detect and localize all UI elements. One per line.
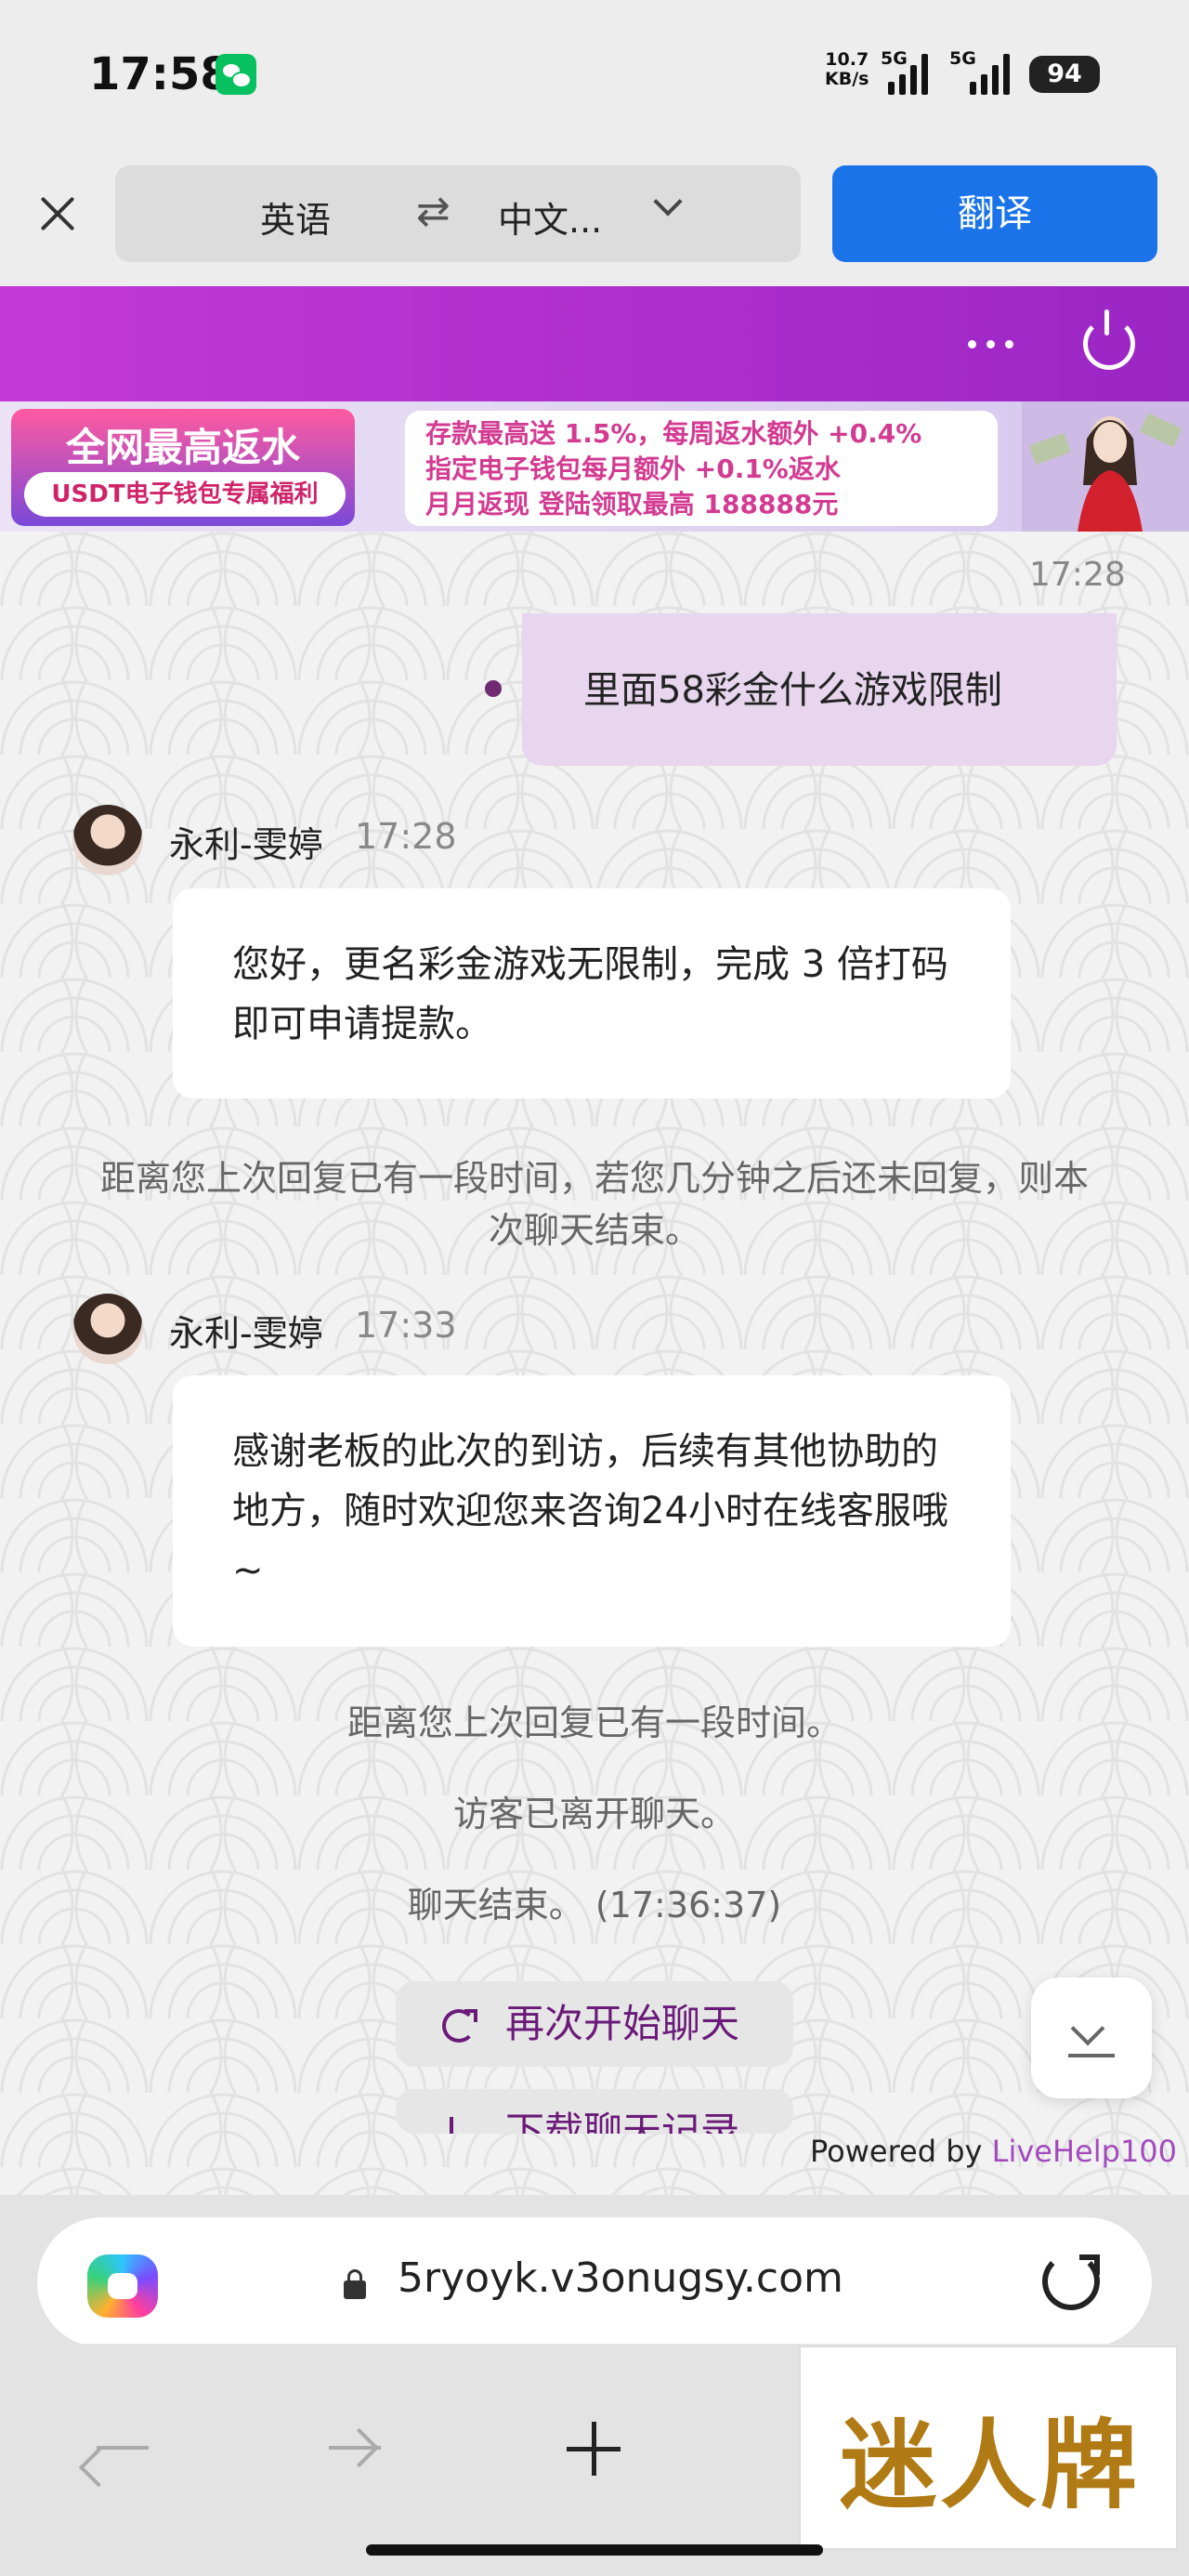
- url-text[interactable]: 5ryoyk.v3onugsy.com: [398, 2254, 843, 2302]
- net-speed: 10.7 KB/s: [825, 50, 869, 89]
- browser-url-area: 5ryoyk.v3onugsy.com: [0, 2195, 1189, 2347]
- translate-button[interactable]: 翻译: [832, 165, 1157, 262]
- banner-line-3: 月月返现 登陆领取最高 188888元: [425, 489, 839, 519]
- system-message-visitor-left: 访客已离开聊天。: [452, 1794, 736, 1834]
- battery-level: 94: [1029, 56, 1100, 93]
- chat-area: 17:28 里面58彩金什么游戏限制 永利-雯婷 17:28 您好，更名彩金游戏…: [0, 532, 1189, 2195]
- net-speed-unit: KB/s: [825, 69, 869, 89]
- translate-bar: 英语 ⇄ 中文... 翻译: [0, 149, 1189, 286]
- agent-message-text: 感谢老板的此次的到访，后续有其他协助的地方，随时欢迎您来咨询24小时在线客服哦~: [232, 1430, 948, 1592]
- restart-chat-button[interactable]: 再次开始聊天: [396, 1981, 793, 2067]
- back-arrow-icon[interactable]: [97, 2446, 149, 2450]
- restart-chat-label: 再次开始聊天: [505, 2001, 740, 2046]
- wechat-icon: [216, 54, 256, 95]
- banner-line-1: 存款最高送 1.5%，每周返水额外 +0.4%: [425, 418, 922, 449]
- agent-timestamp: 17:28: [355, 816, 457, 857]
- system-message-idle: 距离您上次回复已有一段时间。: [346, 1702, 842, 1743]
- promo-banner[interactable]: 全网最高返水 USDT电子钱包专属福利 存款最高送 1.5%，每周返水额外 +0…: [0, 401, 1189, 532]
- powered-by: Powered by LiveHelp100: [810, 2134, 1177, 2169]
- agent-avatar: [72, 805, 143, 875]
- agent-message-bubble: 您好，更名彩金游戏无限制，完成 3 倍打码 即可申请提款。: [173, 888, 1011, 1098]
- language-selector[interactable]: 英语 ⇄ 中文...: [115, 165, 801, 262]
- agent-message-bubble: 感谢老板的此次的到访，后续有其他协助的地方，随时欢迎您来咨询24小时在线客服哦~: [173, 1375, 1011, 1647]
- signal-icon-1: [888, 54, 934, 95]
- home-indicator[interactable]: [366, 2544, 823, 2556]
- visitor-message-text: 里面58彩金什么游戏限制: [583, 669, 1002, 712]
- agent-timestamp: 17:33: [355, 1305, 457, 1346]
- signal-icon-2: [970, 54, 1016, 95]
- agent-name: 永利-雯婷: [169, 1313, 323, 1354]
- address-bar[interactable]: 5ryoyk.v3onugsy.com: [37, 2217, 1152, 2347]
- download-transcript-label: 下载聊天记录: [505, 2109, 740, 2134]
- refresh-icon: [442, 2009, 477, 2043]
- livehelp-link[interactable]: LiveHelp100: [992, 2134, 1177, 2169]
- forward-arrow-icon[interactable]: [329, 2446, 381, 2450]
- net-speed-value: 10.7: [825, 49, 869, 70]
- message-status-dot: [485, 680, 502, 697]
- power-icon[interactable]: [1083, 309, 1135, 370]
- watermark-text: 迷人牌: [839, 2409, 1141, 2522]
- visitor-timestamp: 17:28: [1029, 556, 1126, 594]
- close-icon[interactable]: [33, 190, 82, 238]
- chat-header: [0, 286, 1189, 401]
- swap-languages-icon[interactable]: ⇄: [416, 188, 451, 235]
- more-options-icon[interactable]: [964, 327, 1020, 361]
- watermark-logo: 迷人牌: [799, 2346, 1178, 2550]
- banner-title: 全网最高返水: [65, 425, 300, 470]
- agent-avatar: [72, 1294, 143, 1364]
- visitor-message-bubble: 里面58彩金什么游戏限制: [522, 613, 1117, 766]
- chevron-down-icon[interactable]: [653, 187, 683, 217]
- status-time: 17:58: [89, 48, 231, 100]
- target-language[interactable]: 中文...: [498, 191, 602, 243]
- lock-icon: [344, 2269, 366, 2299]
- banner-subtitle: USDT电子钱包专属福利: [24, 472, 346, 517]
- wave-pattern-background: [0, 532, 1189, 2195]
- banner-details: 存款最高送 1.5%，每周返水额外 +0.4% 指定电子钱包每月额外 +0.1%…: [405, 411, 998, 526]
- system-message-warning: 距离您上次回复已有一段时间，若您几分钟之后还未回复，则本次聊天结束。: [99, 1158, 1089, 1251]
- copilot-icon[interactable]: [87, 2254, 158, 2318]
- download-icon: [450, 2117, 453, 2134]
- banner-left-badge: 全网最高返水 USDT电子钱包专属福利: [11, 409, 355, 526]
- powered-by-prefix: Powered by: [810, 2134, 992, 2169]
- scroll-to-bottom-icon[interactable]: [1031, 1978, 1152, 2098]
- status-bar: 17:58 10.7 KB/s 5G 5G 94: [0, 0, 1189, 149]
- system-message-chat-ended: 聊天结束。 (17:36:37): [407, 1885, 782, 1925]
- banner-line-2: 指定电子钱包每月额外 +0.1%返水: [425, 453, 841, 484]
- reload-icon[interactable]: [1042, 2253, 1100, 2310]
- new-tab-plus-icon[interactable]: [567, 2422, 621, 2476]
- banner-model-image: [1022, 401, 1189, 532]
- agent-message-text: 您好，更名彩金游戏无限制，完成 3 倍打码 即可申请提款。: [232, 943, 948, 1045]
- agent-name: 永利-雯婷: [169, 824, 323, 865]
- source-language[interactable]: 英语: [260, 191, 331, 243]
- download-transcript-button[interactable]: 下载聊天记录: [396, 2089, 793, 2134]
